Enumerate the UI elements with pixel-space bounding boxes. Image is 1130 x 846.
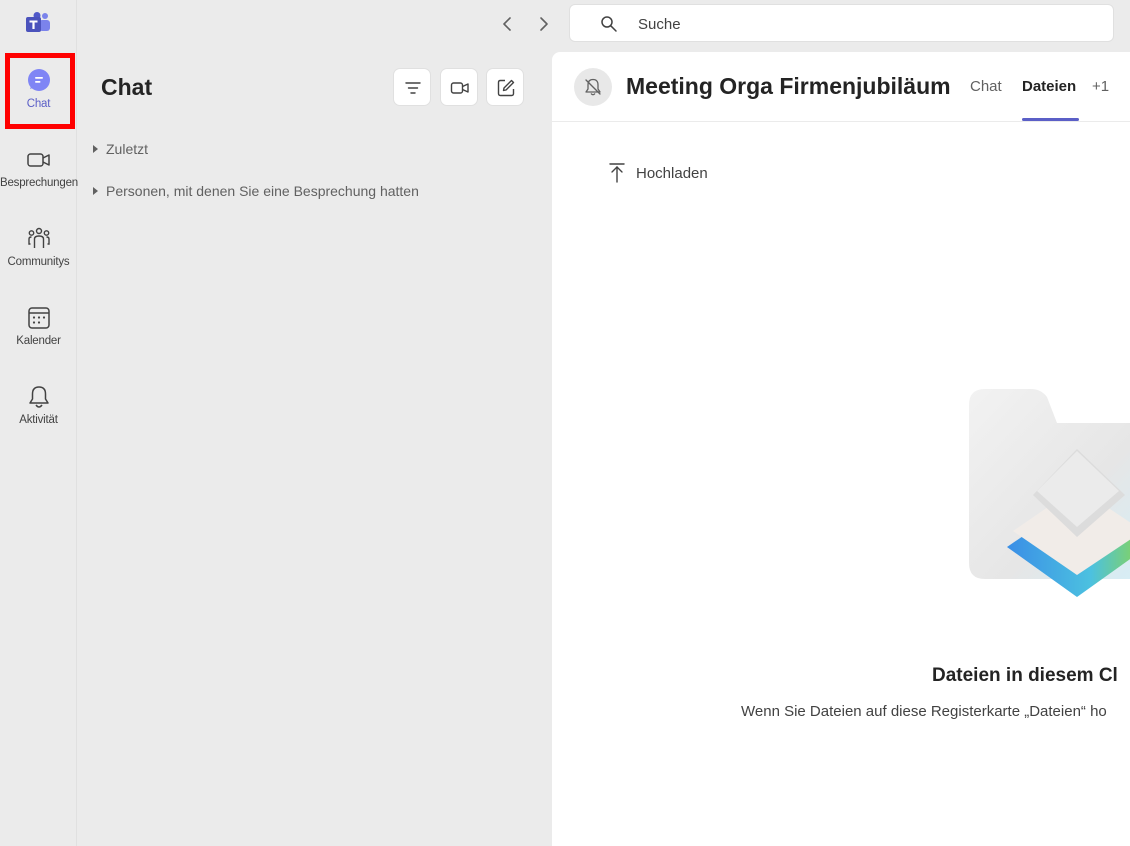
section-label: Personen, mit denen Sie eine Besprechung… [106,183,419,199]
conversation-header: Meeting Orga Firmenjubiläum Chat Dateien… [552,52,1130,122]
upload-arrow-icon [609,163,625,183]
search-icon [601,16,617,32]
upload-label: Hochladen [636,165,708,182]
rail-item-label: Kalender [16,335,61,347]
search-input[interactable] [638,13,1088,35]
bell-off-icon [585,78,601,96]
section-recent[interactable]: Zuletzt [93,141,148,157]
tab-chat[interactable]: Chat [970,78,1002,95]
meeting-title: Meeting Orga Firmenjubiläum [626,73,951,99]
tab-files[interactable]: Dateien [1022,78,1076,95]
top-bar [77,0,1130,48]
rail-item-label: Aktivität [19,414,58,426]
meeting-avatar [574,68,612,106]
teams-logo-icon [26,12,50,32]
expand-triangle-icon [93,145,98,153]
app-rail: Chat Besprechungen Communitys Kalender A… [0,0,78,846]
section-meeting-contacts[interactable]: Personen, mit denen Sie eine Besprechung… [93,183,419,199]
rail-item-label: Chat [26,98,51,110]
search-box[interactable] [569,4,1114,42]
filter-icon [405,82,421,94]
forward-arrow-icon[interactable] [530,10,558,38]
rail-item-chat[interactable]: Chat [0,58,77,128]
rail-item-communities[interactable]: Communitys [0,216,77,286]
rail-item-label: Communitys [7,256,70,268]
new-chat-button[interactable] [486,68,524,106]
calendar-icon [27,307,50,329]
bell-icon [28,386,49,408]
video-icon [450,82,469,94]
chat-pane-title: Chat [101,74,153,100]
video-icon [26,153,50,167]
meet-now-button[interactable] [440,68,478,106]
chat-icon [27,69,50,91]
back-arrow-icon[interactable] [493,10,521,38]
empty-state-text: Wenn Sie Dateien auf diese Registerkarte… [741,703,1107,720]
communities-icon [27,227,50,248]
chat-list-pane: Chat Zuletzt Personen, mit denen Sie ein… [77,48,551,846]
conversation-pane: Meeting Orga Firmenjubiläum Chat Dateien… [552,52,1130,846]
empty-state-title: Dateien in diesem Cl [932,665,1118,686]
rail-item-label: Besprechungen [0,177,78,189]
active-tab-indicator [1022,118,1079,121]
filter-button[interactable] [393,68,431,106]
rail-item-activity[interactable]: Aktivität [0,374,77,444]
expand-triangle-icon [93,187,98,195]
rail-item-calendar[interactable]: Kalender [0,295,77,365]
compose-icon [497,79,515,97]
rail-item-meetings[interactable]: Besprechungen [0,137,78,207]
tab-more[interactable]: +1 [1092,78,1109,95]
folder-illustration-icon [969,389,1130,597]
section-label: Zuletzt [106,141,149,157]
